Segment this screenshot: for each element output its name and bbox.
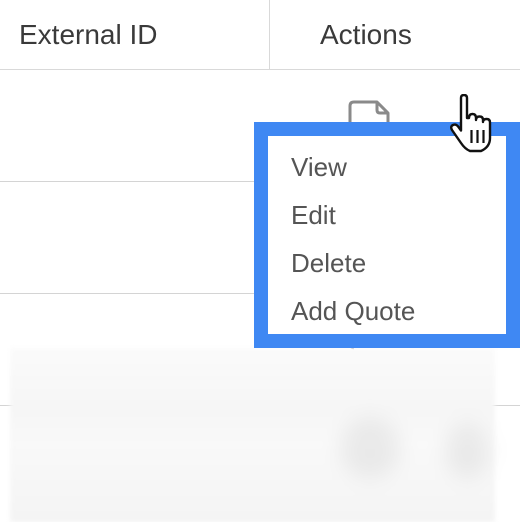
menu-item-add-quote[interactable]: Add Quote <box>291 296 415 344</box>
column-header-external-id[interactable]: External ID <box>19 0 158 70</box>
menu-list: View Edit Delete Add Quote <box>291 152 415 344</box>
table-header: External ID Actions <box>0 0 520 70</box>
menu-item-view[interactable]: View <box>291 152 415 200</box>
hand-pointer-icon <box>450 94 492 153</box>
column-header-actions[interactable]: Actions <box>320 0 412 70</box>
menu-item-edit[interactable]: Edit <box>291 200 415 248</box>
actions-dropdown-menu: View Edit Delete Add Quote <box>254 122 520 348</box>
menu-item-delete[interactable]: Delete <box>291 248 415 296</box>
table-view: External ID Actions View Edit Delete Add… <box>0 0 520 522</box>
blurred-rows <box>10 348 495 522</box>
blurred-icon <box>340 418 400 478</box>
column-divider <box>269 0 270 70</box>
blurred-icon <box>445 423 490 478</box>
